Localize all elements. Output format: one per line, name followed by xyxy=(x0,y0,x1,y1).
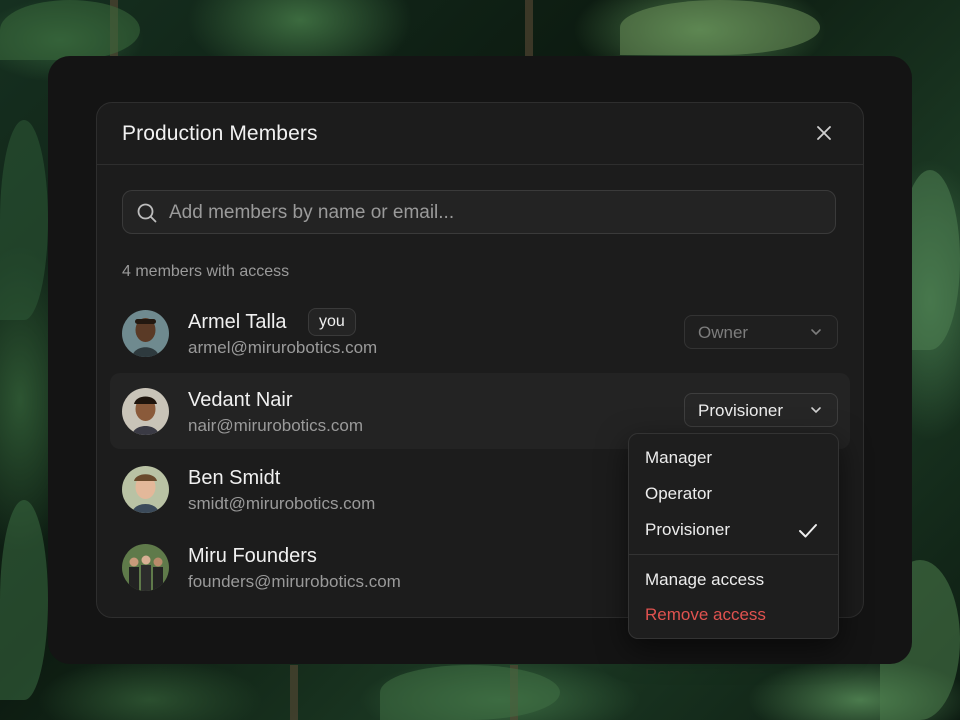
menu-item-remove-access[interactable]: Remove access xyxy=(629,598,838,634)
you-badge: you xyxy=(308,308,356,336)
member-row: Armel Talla you armel@mirurobotics.com O… xyxy=(110,295,850,371)
menu-item-manager[interactable]: Manager xyxy=(629,441,838,477)
avatar xyxy=(122,466,169,513)
member-email: nair@mirurobotics.com xyxy=(188,416,364,435)
avatar xyxy=(122,388,169,435)
menu-item-provisioner[interactable]: Provisioner xyxy=(629,513,838,549)
menu-divider xyxy=(629,554,838,555)
member-name: Vedant Nair xyxy=(188,389,293,411)
chevron-down-icon xyxy=(811,407,821,414)
avatar xyxy=(122,544,169,591)
close-icon xyxy=(817,126,831,140)
modal-title: Production Members xyxy=(122,122,318,145)
members-count: 4 members with access xyxy=(122,263,290,280)
avatar xyxy=(122,310,169,357)
menu-item-label: Provisioner xyxy=(645,520,731,539)
member-name: Miru Founders xyxy=(188,545,317,567)
member-name: Armel Talla xyxy=(188,311,287,333)
role-label: Provisioner xyxy=(698,401,784,420)
menu-item-operator[interactable]: Operator xyxy=(629,477,838,513)
member-email: smidt@mirurobotics.com xyxy=(188,494,376,513)
check-icon xyxy=(799,524,817,538)
search-icon xyxy=(137,203,157,223)
menu-item-manage-access[interactable]: Manage access xyxy=(629,563,838,599)
member-email: armel@mirurobotics.com xyxy=(188,338,378,357)
member-email: founders@mirurobotics.com xyxy=(188,572,401,591)
role-select-provisioner[interactable]: Provisioner xyxy=(684,393,838,427)
menu-item-label: Remove access xyxy=(645,605,766,624)
member-search xyxy=(122,190,836,235)
chevron-down-icon xyxy=(811,329,821,336)
modal-header: Production Members xyxy=(97,103,863,165)
menu-item-label: Manager xyxy=(645,448,713,467)
role-dropdown-menu: Manager Operator Provisioner Manage acce… xyxy=(628,433,839,639)
search-input[interactable] xyxy=(167,191,821,235)
menu-item-label: Manage access xyxy=(645,570,765,589)
menu-item-label: Operator xyxy=(645,484,713,503)
member-name: Ben Smidt xyxy=(188,467,281,489)
close-button[interactable] xyxy=(813,122,835,144)
role-select-owner: Owner xyxy=(684,315,838,349)
role-label: Owner xyxy=(698,323,749,342)
